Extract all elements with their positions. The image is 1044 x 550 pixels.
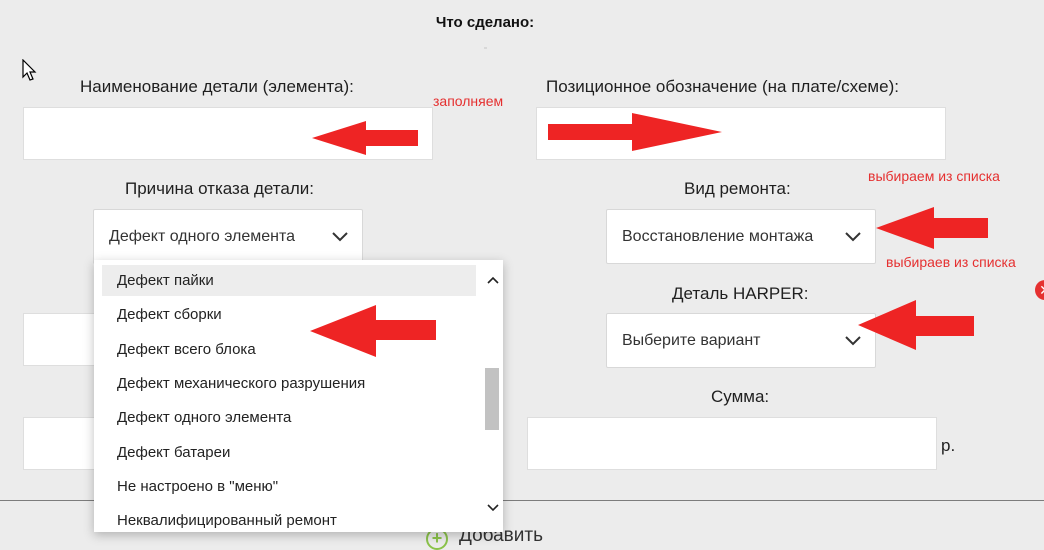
arrow-right-to-position	[548, 113, 722, 151]
arrow-left-to-repair-type	[876, 207, 988, 249]
annotation-arrows	[310, 113, 988, 357]
arrow-left-to-part-name	[312, 121, 418, 155]
arrow-left-to-dropdown	[310, 305, 436, 357]
arrow-left-to-harper-part	[858, 300, 974, 350]
